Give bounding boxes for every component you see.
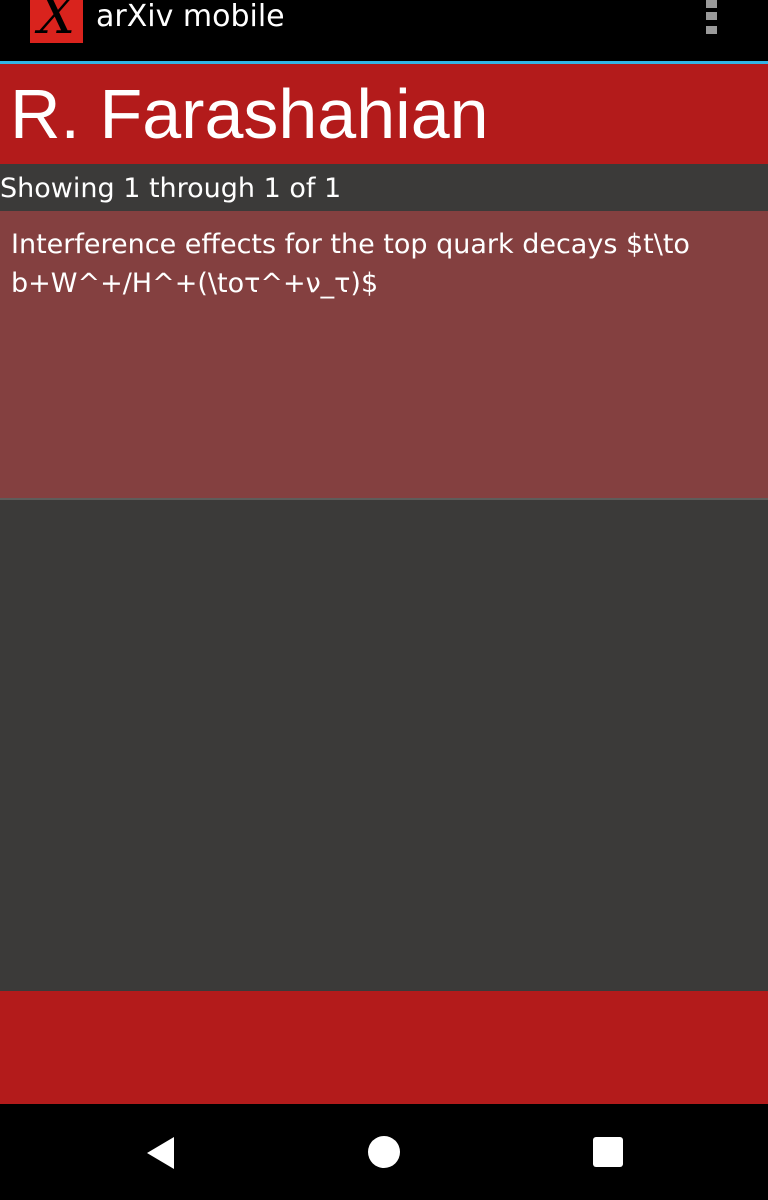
overflow-dot: [706, 12, 717, 20]
overflow-menu-icon[interactable]: [696, 0, 728, 40]
author-header: R. Farashahian: [0, 64, 768, 164]
list-item[interactable]: Interference effects for the top quark d…: [0, 211, 768, 500]
footer-bar: [0, 991, 768, 1104]
recents-icon[interactable]: [593, 1137, 623, 1167]
app-logo[interactable]: X: [30, 0, 83, 43]
screen: X arXiv mobile R. Farashahian Showing 1 …: [0, 0, 768, 1200]
overflow-dot: [706, 26, 717, 34]
action-bar: X arXiv mobile: [0, 0, 768, 61]
navigation-bar: [0, 1104, 768, 1200]
app-title: arXiv mobile: [96, 0, 285, 34]
overflow-dot: [706, 0, 717, 8]
paper-title: Interference effects for the top quark d…: [11, 229, 690, 299]
results-count: Showing 1 through 1 of 1: [0, 173, 342, 204]
logo-x-glyph: X: [37, 0, 76, 43]
home-icon[interactable]: [368, 1136, 400, 1168]
author-name: R. Farashahian: [10, 75, 489, 153]
back-icon[interactable]: [147, 1137, 174, 1169]
